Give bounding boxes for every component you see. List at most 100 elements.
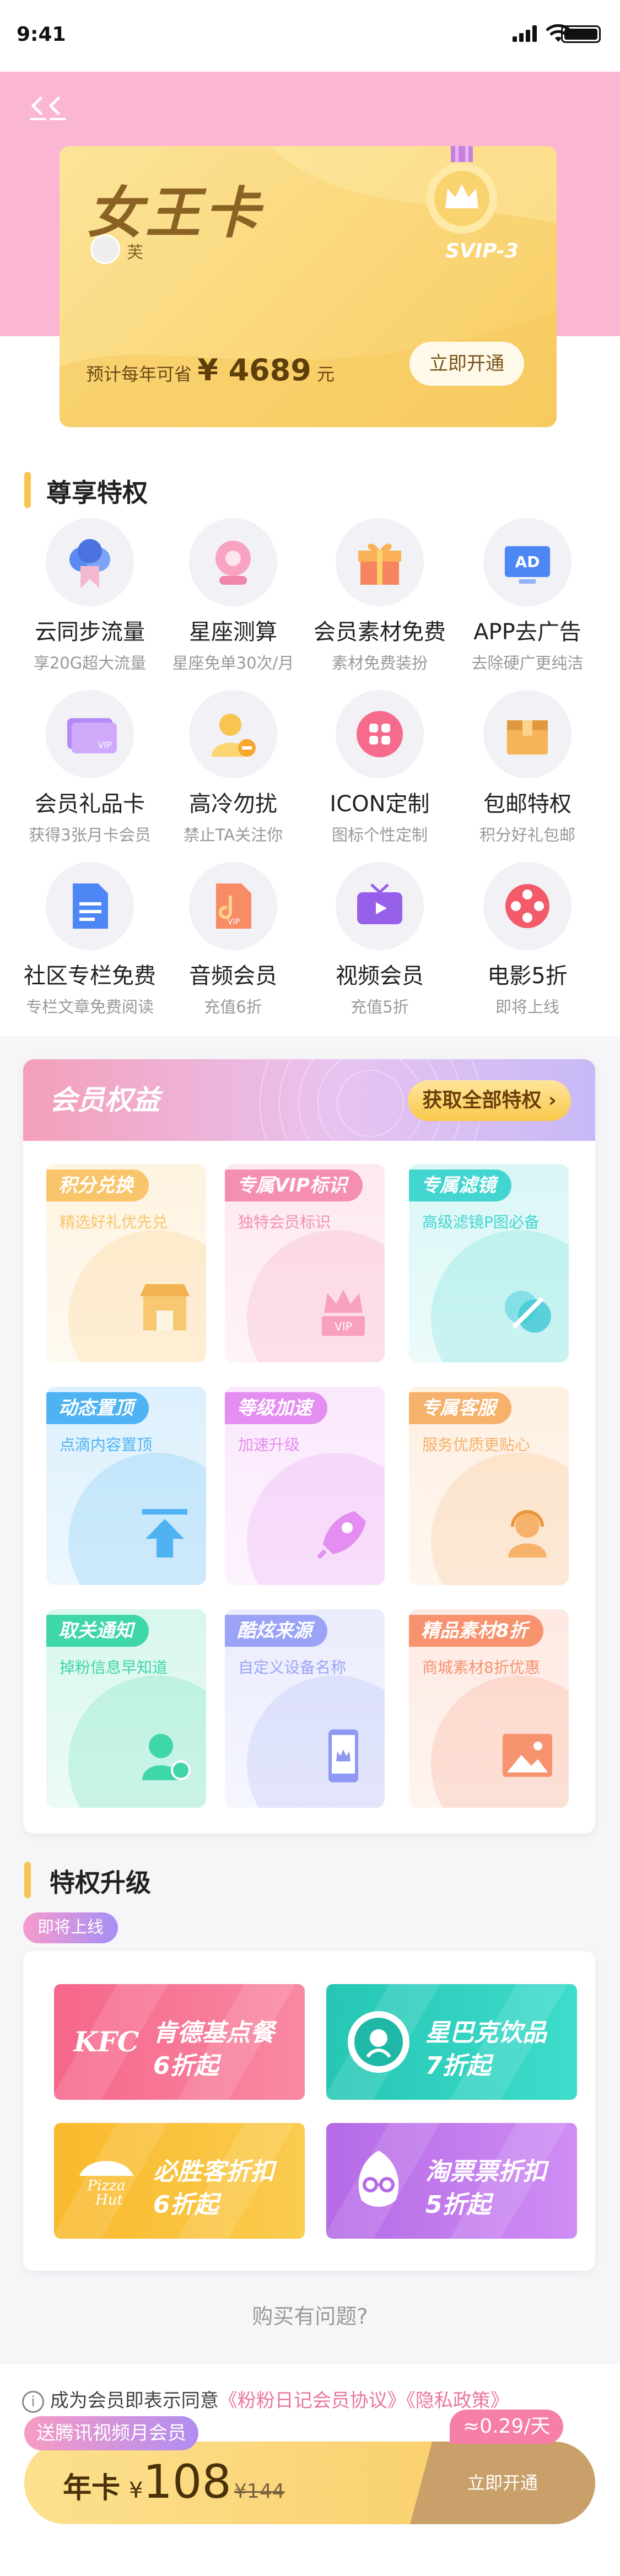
- upgrade-title: 特权升级: [50, 1868, 151, 1898]
- privilege-item[interactable]: 高冷勿扰 禁止TA关注你: [161, 690, 305, 845]
- privilege-desc: 积分好礼包邮: [479, 826, 575, 844]
- svg-text:AD: AD: [515, 553, 540, 571]
- ad-icon: AD: [483, 518, 572, 606]
- privilege-title: 会员素材免费: [314, 619, 446, 645]
- coming-soon-badge: 即将上线: [23, 1912, 118, 1943]
- benefit-desc: 掉粉信息早知道: [60, 1658, 168, 1677]
- upgrade-card[interactable]: KFC 肯德基点餐 6折起: [54, 1984, 305, 2100]
- plan-bar[interactable]: 年卡 ¥108 ¥144 立即开通: [24, 2442, 595, 2524]
- benefit-desc: 精选好礼优先兑: [60, 1213, 168, 1231]
- filter-icon: [497, 1280, 552, 1335]
- upgrade-card[interactable]: 星巴克饮品 7折起: [326, 1984, 577, 2100]
- privilege-item[interactable]: 视频会员充值5折: [308, 862, 451, 1017]
- agreement-text: i 成为会员即表示同意《粉粉日记会员协议》《隐私政策》: [22, 2385, 509, 2413]
- support-agent-icon: [497, 1502, 552, 1558]
- privilege-item[interactable]: ICON定制图标个性定制: [308, 690, 451, 845]
- privilege-title: APP去广告: [473, 619, 581, 645]
- status-bar: 9:41: [0, 0, 620, 72]
- open-now-button[interactable]: 立即开通: [409, 342, 524, 386]
- svg-text:Hut: Hut: [95, 2192, 123, 2208]
- taopiaopiao-logo-icon: [343, 2145, 414, 2217]
- get-all-privileges-button[interactable]: 获取全部特权 ›: [408, 1080, 571, 1121]
- do-not-disturb-icon: [189, 690, 277, 778]
- upgrade-card[interactable]: 淘票票折扣 5折起: [326, 2123, 577, 2239]
- privilege-item[interactable]: AD APP去广告去除硬广更纯洁: [456, 518, 599, 673]
- upgrade-card[interactable]: Pizza Hut 必胜客折扣 6折起: [54, 2123, 305, 2239]
- privilege-item[interactable]: 星座测算 星座免单30次/月: [161, 518, 305, 673]
- document-icon: [46, 862, 134, 950]
- benefit-desc: 加速升级: [238, 1436, 300, 1454]
- privilege-desc: 即将上线: [495, 998, 559, 1016]
- benefit-card[interactable]: 专属客服 服务优质更贴心: [409, 1387, 569, 1585]
- benefit-card[interactable]: 动态置顶 点滴内容置顶: [46, 1387, 206, 1585]
- member-agreement-link[interactable]: 《粉粉日记会员协议》: [219, 2390, 406, 2412]
- upgrade-name: 星巴克饮品: [425, 2019, 547, 2047]
- upgrade-discount: 6折起: [153, 2191, 219, 2219]
- benefit-tag: 专属客服: [409, 1392, 511, 1424]
- privacy-policy-link[interactable]: 《隐私政策》: [406, 2390, 509, 2412]
- user-notify-icon: [134, 1725, 191, 1780]
- back-icon[interactable]: [29, 95, 71, 122]
- upgrade-discount: 6折起: [153, 2052, 219, 2080]
- crystal-ball-icon: [189, 518, 277, 606]
- benefit-desc: 独特会员标识: [238, 1213, 331, 1231]
- upgrade-discount: 7折起: [425, 2052, 491, 2080]
- privilege-title: 视频会员: [336, 963, 424, 989]
- membership-card: 女王卡 芙 SVIP-3 预计每年可省 ¥ 4689 元 立即开通: [60, 146, 557, 427]
- benefit-tag: 精品素材8折: [409, 1615, 543, 1647]
- benefit-card[interactable]: 取关通知掉粉信息早知道: [46, 1609, 206, 1808]
- benefit-card[interactable]: 等级加速加速升级: [225, 1387, 385, 1585]
- benefit-card[interactable]: 专属VIP标识 独特会员标识 VIP: [225, 1164, 385, 1362]
- privilege-item[interactable]: 包邮特权积分好礼包邮: [456, 690, 599, 845]
- benefit-tag: 专属滤镜: [409, 1170, 511, 1201]
- privilege-desc: 充值6折: [204, 998, 262, 1016]
- buy-button[interactable]: 立即开通: [410, 2442, 595, 2524]
- privilege-item[interactable]: 电影5折即将上线: [456, 862, 599, 1017]
- privilege-desc: 图标个性定制: [331, 826, 428, 844]
- privilege-item[interactable]: 云同步流量 享20G超大流量: [18, 518, 161, 673]
- privilege-title: 电影5折: [487, 963, 568, 989]
- privilege-desc: 星座免单30次/月: [172, 654, 294, 672]
- privilege-desc: 充值5折: [351, 998, 409, 1016]
- plan-name: 年卡: [63, 2472, 121, 2505]
- privilege-title: 云同步流量: [35, 619, 145, 645]
- phone-crown-icon: [313, 1725, 368, 1782]
- user-name: 芙: [127, 243, 143, 262]
- benefit-tag: 取关通知: [46, 1615, 149, 1647]
- privilege-item[interactable]: VIP 会员礼品卡 获得3张月卡会员: [18, 690, 161, 845]
- benefit-desc: 高级滤镜P图必备: [422, 1213, 540, 1231]
- audio-file-icon: VIP: [189, 862, 277, 950]
- privilege-item[interactable]: VIP 音频会员充值6折: [161, 862, 305, 1017]
- benefits-title: 会员权益: [50, 1084, 160, 1116]
- privilege-desc: 去除硬广更纯洁: [471, 654, 584, 672]
- privilege-title: ICON定制: [330, 791, 430, 817]
- privilege-desc: 禁止TA关注你: [183, 826, 283, 844]
- avatar[interactable]: [90, 234, 120, 264]
- benefit-card[interactable]: 精品素材8折 商城素材8折优惠: [409, 1609, 569, 1808]
- privilege-desc: 获得3张月卡会员: [29, 826, 151, 844]
- privilege-title: 社区专栏免费: [24, 963, 156, 989]
- crown-vip-icon: VIP: [313, 1280, 368, 1336]
- upgrade-name: 肯德基点餐: [153, 2019, 274, 2047]
- benefit-card[interactable]: 专属滤镜高级滤镜P图必备: [409, 1164, 569, 1362]
- upgrade-discount: 5折起: [425, 2191, 491, 2219]
- card-title: 女王卡: [87, 180, 262, 245]
- privileges-title: 尊享特权: [46, 478, 148, 508]
- benefit-card[interactable]: 酷炫来源 自定义设备名称: [225, 1609, 385, 1808]
- vip-card-icon: VIP: [46, 690, 134, 778]
- privilege-item[interactable]: 社区专栏免费专栏文章免费阅读: [18, 862, 161, 1017]
- starbucks-logo-icon: [343, 2006, 414, 2078]
- benefit-tag: 等级加速: [225, 1392, 327, 1424]
- upgrade-name: 必胜客折扣: [153, 2158, 274, 2186]
- privilege-title: 音频会员: [189, 963, 277, 989]
- svg-text:VIP: VIP: [98, 740, 112, 750]
- privilege-desc: 专栏文章免费阅读: [25, 998, 154, 1016]
- svg-text:VIP: VIP: [335, 1320, 352, 1333]
- privilege-title: 包邮特权: [483, 791, 572, 817]
- gift-icon: [336, 518, 424, 606]
- store-icon: [134, 1280, 190, 1335]
- savings-text: 预计每年可省 ¥ 4689 元: [86, 353, 335, 387]
- privilege-item[interactable]: 会员素材免费 素材免费装扮: [308, 518, 451, 673]
- benefit-card[interactable]: 积分兑换 精选好礼优先兑: [46, 1164, 206, 1362]
- help-link[interactable]: 购买有问题?: [0, 2299, 620, 2330]
